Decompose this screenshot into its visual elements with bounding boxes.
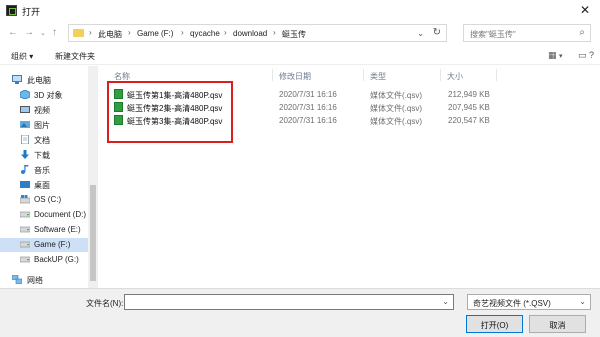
scrollbar-thumb[interactable]	[90, 185, 96, 281]
file-size: 212,949 KB	[448, 90, 490, 99]
file-type: 媒体文件(.qsv)	[370, 104, 422, 113]
help-icon[interactable]: ?	[589, 50, 594, 60]
window-title: 打开	[22, 7, 41, 17]
folder-icon	[73, 29, 84, 37]
file-modified: 2020/7/31 16:16	[279, 90, 337, 99]
drive-icon	[20, 211, 30, 218]
organize-button[interactable]: 组织 ▾	[11, 51, 33, 62]
chevron-down-icon[interactable]: ▾	[559, 52, 563, 60]
file-modified: 2020/7/31 16:16	[279, 103, 337, 112]
up-arrow-icon[interactable]: ↑	[52, 27, 57, 38]
file-modified: 2020/7/31 16:16	[279, 116, 337, 125]
sidebar-item-drive-g[interactable]: BackUP (G:)	[0, 253, 88, 267]
app-icon	[6, 5, 17, 16]
sidebar-item-drive-d[interactable]: Document (D:)	[0, 208, 88, 222]
sidebar-item-drive-f[interactable]: Game (F:)	[0, 238, 88, 252]
file-size: 220,547 KB	[448, 116, 490, 125]
sidebar-item-pictures[interactable]: 图片	[0, 118, 88, 132]
search-placeholder: 搜索"蜓玉传"	[470, 30, 516, 39]
title-bar: 打开 ✕	[0, 0, 600, 22]
cube-icon	[20, 90, 30, 99]
sidebar-item-network[interactable]: 网络	[0, 273, 88, 287]
navigation-bar: ← → ⌄ ↑ › 此电脑 › Game (F:) › qycache › do…	[0, 22, 600, 44]
sidebar-item-downloads[interactable]: 下载	[0, 148, 88, 162]
file-type-value: 奇艺视频文件 (*.QSV)	[473, 299, 551, 308]
file-type-select[interactable]: 奇艺视频文件 (*.QSV) ⌄	[467, 294, 591, 310]
sidebar-scrollbar[interactable]	[88, 66, 98, 288]
breadcrumb-separator: ›	[89, 28, 92, 37]
refresh-icon[interactable]: ↻	[433, 27, 441, 38]
address-bar[interactable]: › 此电脑 › Game (F:) › qycache › download ›…	[68, 24, 447, 42]
file-size: 207,945 KB	[448, 103, 490, 112]
forward-arrow-icon[interactable]: →	[24, 27, 34, 38]
preview-pane-icon[interactable]: ▭	[578, 50, 587, 61]
windows-drive-icon	[20, 195, 30, 204]
sidebar-item-drive-c[interactable]: OS (C:)	[0, 193, 88, 207]
video-icon	[20, 106, 30, 113]
breadcrumb-separator: ›	[224, 28, 227, 37]
drive-icon	[20, 241, 30, 248]
column-header-modified[interactable]: 修改日期	[279, 71, 311, 82]
sidebar-item-3d-objects[interactable]: 3D 对象	[0, 88, 88, 102]
cancel-button[interactable]: 取消	[529, 315, 586, 333]
chevron-down-icon: ⌄	[579, 297, 586, 306]
filename-label: 文件名(N):	[86, 299, 124, 308]
picture-icon	[20, 121, 30, 128]
breadcrumb-item[interactable]: download	[233, 29, 267, 38]
file-type: 媒体文件(.qsv)	[370, 91, 422, 100]
sidebar-item-drive-e[interactable]: Software (E:)	[0, 223, 88, 237]
back-arrow-icon[interactable]: ←	[8, 27, 18, 38]
breadcrumb-item[interactable]: Game (F:)	[137, 29, 173, 38]
navigation-pane: 此电脑 3D 对象 视频 图片 文档 下载 音乐 桌面 OS (C:) Docu…	[0, 66, 100, 288]
breadcrumb-item[interactable]: 蜓玉传	[282, 29, 306, 40]
network-icon	[12, 275, 22, 284]
breadcrumb-separator: ›	[128, 28, 131, 37]
view-options-icon[interactable]: ▦	[548, 50, 557, 61]
download-arrow-icon	[21, 150, 29, 159]
file-type: 媒体文件(.qsv)	[370, 117, 422, 126]
highlight-box	[107, 81, 233, 143]
desktop-icon	[20, 181, 30, 188]
breadcrumb-separator: ›	[273, 28, 276, 37]
command-toolbar: 组织 ▾ 新建文件夹 ▦ ▾ ▭ ?	[0, 47, 600, 65]
column-divider[interactable]	[363, 69, 364, 81]
breadcrumb-item[interactable]: qycache	[190, 29, 220, 38]
computer-icon	[12, 75, 22, 84]
column-divider[interactable]	[496, 69, 497, 81]
column-header-type[interactable]: 类型	[370, 71, 386, 82]
recent-locations-dropdown-icon[interactable]: ⌄	[40, 29, 46, 37]
chevron-down-icon[interactable]: ⌄	[417, 29, 424, 38]
music-note-icon	[21, 165, 29, 174]
new-folder-button[interactable]: 新建文件夹	[55, 51, 95, 62]
column-divider[interactable]	[272, 69, 273, 81]
breadcrumb-separator: ›	[181, 28, 184, 37]
sidebar-item-desktop[interactable]: 桌面	[0, 178, 88, 192]
close-icon[interactable]: ✕	[580, 3, 590, 17]
dialog-footer: 文件名(N): ⌄ 奇艺视频文件 (*.QSV) ⌄ 打开(O) 取消	[0, 288, 600, 337]
document-icon	[21, 135, 29, 144]
column-divider[interactable]	[440, 69, 441, 81]
open-button[interactable]: 打开(O)	[466, 315, 523, 333]
breadcrumb-item[interactable]: 此电脑	[98, 29, 122, 40]
drive-icon	[20, 226, 30, 233]
chevron-down-icon[interactable]: ⌄	[442, 297, 449, 306]
drive-icon	[20, 256, 30, 263]
sidebar-item-this-pc[interactable]: 此电脑	[0, 73, 88, 87]
sidebar-item-documents[interactable]: 文档	[0, 133, 88, 147]
column-header-size[interactable]: 大小	[447, 71, 463, 82]
search-icon: ⌕	[579, 27, 585, 38]
filename-input[interactable]: ⌄	[124, 294, 454, 310]
search-input[interactable]: 搜索"蜓玉传" ⌕	[463, 24, 591, 42]
sidebar-item-music[interactable]: 音乐	[0, 163, 88, 177]
sidebar-item-videos[interactable]: 视频	[0, 103, 88, 117]
